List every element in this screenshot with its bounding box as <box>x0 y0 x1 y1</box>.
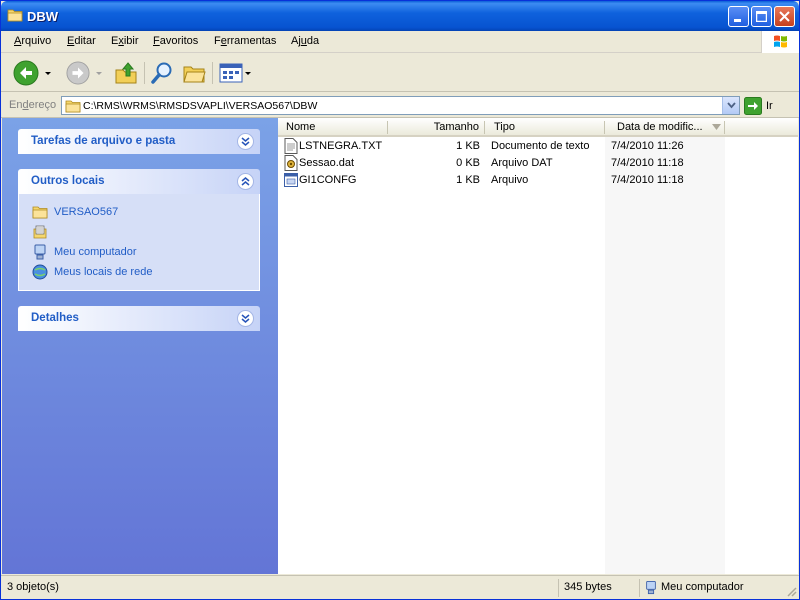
up-folder-button[interactable] <box>114 59 138 87</box>
search-button[interactable] <box>150 59 174 87</box>
toolbar-separator <box>212 62 213 84</box>
computer-icon <box>34 244 46 260</box>
maximize-button[interactable] <box>751 6 772 27</box>
chevron-down-icon <box>96 72 102 75</box>
toolbar <box>1 54 799 92</box>
views-icon <box>219 63 243 83</box>
sorted-column-highlight <box>605 137 725 574</box>
table-row[interactable]: LSTNEGRA.TXT 1 KB Documento de texto 7/4… <box>278 138 798 155</box>
network-icon <box>32 264 48 280</box>
menu-ajuda[interactable]: Ajuda <box>291 35 319 47</box>
status-location: Meu computador <box>661 581 744 593</box>
column-header-size[interactable]: Tamanho <box>388 118 485 137</box>
menu-ferramentas[interactable]: Ferramentas <box>214 35 276 47</box>
address-input[interactable]: C:\RMS\WRMS\RMSDSVAPLI\VERSAO567\DBW <box>61 96 740 115</box>
menu-exibir[interactable]: Exibir <box>111 35 139 47</box>
column-header-date[interactable]: Data de modific... <box>605 118 725 137</box>
collapse-chevron-icon[interactable] <box>237 173 254 190</box>
back-arrow-icon <box>13 60 39 86</box>
panel-other-places: Outros locais VERSAO567 Meu computador M… <box>18 169 260 291</box>
go-button[interactable]: Ir <box>744 96 773 115</box>
forward-button[interactable] <box>66 59 104 87</box>
search-icon <box>151 62 172 84</box>
task-pane: Tarefas de arquivo e pasta Outros locais <box>2 118 278 574</box>
address-label: Endereço <box>9 99 57 111</box>
table-row[interactable]: GI1CONFG 1 KB Arquivo 7/4/2010 11:18 <box>278 172 798 189</box>
chevron-down-icon <box>245 72 251 75</box>
panel-title: Detalhes <box>31 312 79 324</box>
windows-flag-icon <box>761 31 799 53</box>
window-title: DBW <box>27 9 59 24</box>
place-link-my-computer[interactable]: Meu computador <box>19 242 259 262</box>
views-button[interactable] <box>219 59 252 87</box>
expand-chevron-icon[interactable] <box>237 133 254 150</box>
minimize-button[interactable] <box>728 6 749 27</box>
menu-editar[interactable]: Editar <box>67 35 96 47</box>
minimize-icon <box>734 19 741 22</box>
panel-title: Outros locais <box>31 175 105 187</box>
column-header-name[interactable]: Nome <box>278 118 388 137</box>
title-bar[interactable]: DBW <box>1 1 799 31</box>
close-icon <box>779 11 790 22</box>
panel-title: Tarefas de arquivo e pasta <box>31 135 176 147</box>
panel-other-places-header[interactable]: Outros locais <box>18 169 260 194</box>
go-label: Ir <box>766 99 773 112</box>
panel-details: Detalhes <box>18 306 260 331</box>
menu-favoritos[interactable]: Favoritos <box>153 35 198 47</box>
place-link-shared-documents[interactable] <box>19 222 259 242</box>
folders-button[interactable] <box>182 59 206 87</box>
panel-details-header[interactable]: Detalhes <box>18 306 260 331</box>
explorer-window: DBW Arquivo Editar Exibir Favoritos Ferr… <box>0 0 800 600</box>
file-list[interactable]: Nome Tamanho Tipo Data de modific... LST… <box>278 118 798 574</box>
address-dropdown-button[interactable] <box>722 97 739 114</box>
column-header-empty <box>725 118 798 137</box>
generic-file-icon <box>284 173 298 187</box>
column-header-type[interactable]: Tipo <box>485 118 605 137</box>
back-button[interactable] <box>13 59 53 87</box>
folder-icon <box>7 9 23 22</box>
panel-other-places-body: VERSAO567 Meu computador Meus locais de … <box>18 194 260 291</box>
sort-arrow-icon <box>712 124 721 130</box>
folder-icon <box>65 100 81 113</box>
menu-bar: Arquivo Editar Exibir Favoritos Ferramen… <box>1 31 799 53</box>
maximize-icon <box>756 11 767 22</box>
folders-icon <box>183 66 206 83</box>
text-file-icon <box>284 138 298 154</box>
status-size: 345 bytes <box>564 581 612 593</box>
chevron-down-icon <box>45 72 51 75</box>
expand-chevron-icon[interactable] <box>237 310 254 327</box>
menu-arquivo[interactable]: Arquivo <box>14 35 51 47</box>
place-link-network-places[interactable]: Meus locais de rede <box>19 262 259 282</box>
toolbar-separator <box>144 62 145 84</box>
resize-grip-icon[interactable] <box>785 585 797 597</box>
place-link-versao567[interactable]: VERSAO567 <box>19 202 259 222</box>
address-path: C:\RMS\WRMS\RMSDSVAPLI\VERSAO567\DBW <box>83 100 318 112</box>
status-bar: 3 objeto(s) 345 bytes Meu computador <box>1 575 799 599</box>
panel-file-tasks: Tarefas de arquivo e pasta <box>18 129 260 154</box>
dat-file-icon <box>284 155 298 171</box>
shared-documents-icon <box>33 225 47 239</box>
forward-arrow-icon <box>66 61 90 85</box>
panel-file-tasks-header[interactable]: Tarefas de arquivo e pasta <box>18 129 260 154</box>
folder-icon <box>32 206 48 219</box>
computer-icon <box>646 580 656 595</box>
go-arrow-icon <box>744 96 762 115</box>
address-bar: Endereço C:\RMS\WRMS\RMSDSVAPLI\VERSAO56… <box>1 93 799 118</box>
chevron-down-icon <box>726 102 736 109</box>
close-button[interactable] <box>774 6 795 27</box>
table-row[interactable]: Sessao.dat 0 KB Arquivo DAT 7/4/2010 11:… <box>278 155 798 172</box>
up-folder-icon <box>115 62 137 84</box>
status-object-count: 3 objeto(s) <box>7 581 59 593</box>
